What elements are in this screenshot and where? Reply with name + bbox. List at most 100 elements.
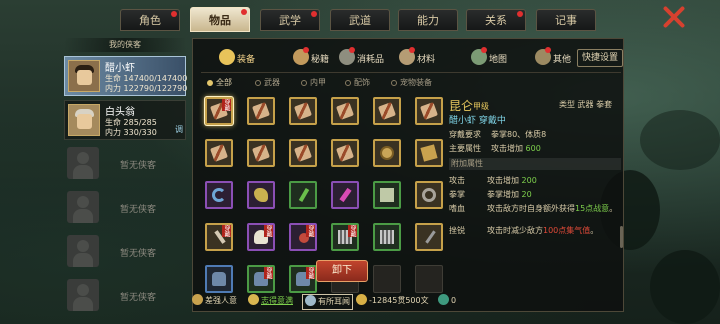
category-label: 消耗品 <box>357 55 385 65</box>
tab-label: 物品 <box>209 14 231 27</box>
filter-option[interactable]: 武器 <box>255 77 280 88</box>
hp-label: 生命 <box>105 74 121 83</box>
item-slot[interactable] <box>247 139 275 167</box>
radio-icon <box>207 80 213 86</box>
notification-dot <box>545 47 551 53</box>
item-slot[interactable]: 穿戴 <box>205 223 233 251</box>
attribute-value: 攻击增加 200 <box>487 175 619 186</box>
empty-character-slot[interactable]: 暂无侠客 <box>64 232 186 272</box>
radio-icon <box>301 80 307 86</box>
item-slot[interactable] <box>289 139 317 167</box>
item-slot[interactable]: 穿戴 <box>289 265 317 293</box>
item-slot[interactable] <box>247 97 275 125</box>
quick-settings-button[interactable]: 快捷设置 <box>577 49 623 67</box>
background-tree <box>640 110 720 170</box>
avatar-face <box>77 114 92 129</box>
item-slot[interactable] <box>415 97 443 125</box>
status-item[interactable]: -12845贯500文 <box>356 294 429 308</box>
claw-icon <box>380 230 394 244</box>
attribute-name: 拳掌 <box>449 190 465 199</box>
tab-3[interactable]: 武道 <box>330 9 390 31</box>
scroll-icon <box>378 102 396 120</box>
filter-option[interactable]: 全部 <box>207 77 232 88</box>
item-slot[interactable] <box>331 139 359 167</box>
filter-option[interactable]: 配饰 <box>345 77 370 88</box>
empty-character-slot[interactable]: 暂无侠客 <box>64 276 186 316</box>
character-name: 醋小虾 <box>105 63 135 74</box>
status-bar: 差强人意 志得意满 有所耳闻 -12845贯500文 0 <box>192 292 632 310</box>
item-slot[interactable] <box>373 97 401 125</box>
item-slot[interactable]: 穿戴 <box>247 223 275 251</box>
empty-item-slot[interactable] <box>415 265 443 293</box>
mp-value: 122790/122790 <box>123 84 188 93</box>
item-name: 昆仑 <box>449 99 474 113</box>
paper-icon <box>420 144 438 162</box>
item-slot[interactable] <box>415 139 443 167</box>
main-attribute-value: 攻击增加 600 <box>491 143 541 154</box>
tab-label: 武道 <box>349 14 371 27</box>
item-slot[interactable] <box>415 223 443 251</box>
attribute-highlight: 200 <box>521 176 537 185</box>
status-item[interactable]: 有所耳闻 <box>302 294 353 310</box>
empty-character-slot[interactable]: 暂无侠客 <box>64 188 186 228</box>
tab-0[interactable]: 角色 <box>120 9 180 31</box>
close-icon[interactable] <box>662 5 686 29</box>
empty-character-slot[interactable]: 暂无侠客 <box>64 144 186 184</box>
detail-scrollbar[interactable] <box>620 226 623 248</box>
item-slot[interactable] <box>205 139 233 167</box>
mp-label: 内力 <box>105 128 121 137</box>
item-slot[interactable] <box>415 181 443 209</box>
item-slot[interactable] <box>331 97 359 125</box>
notification-dot <box>303 47 309 53</box>
tab-2[interactable]: 武学 <box>260 9 320 31</box>
attribute-suffix: 。 <box>609 204 618 213</box>
divider <box>201 72 621 73</box>
filter-label: 全部 <box>216 78 232 87</box>
character-slot[interactable]: 醋小虾 生命 147400/147400 内力 122790/122790 <box>64 56 188 96</box>
tab-5[interactable]: 关系 <box>466 9 526 31</box>
attribute-name: 嗜血 <box>449 204 465 213</box>
notification-dot <box>409 47 415 53</box>
avatar-face <box>77 70 92 85</box>
top-tab-bar: 角色 物品 武学 武道 能力 关系 记事 <box>0 0 720 34</box>
tab-label: 能力 <box>417 14 439 27</box>
item-slot[interactable] <box>205 181 233 209</box>
unequip-button[interactable]: 卸下 <box>316 260 368 282</box>
item-slot[interactable] <box>205 265 233 293</box>
tab-6[interactable]: 记事 <box>536 9 596 31</box>
status-icon <box>192 294 203 305</box>
equipped-badge: 穿戴 <box>306 267 315 279</box>
status-label: 志得意满 <box>261 296 293 305</box>
attribute-name: 攻击 <box>449 176 465 185</box>
item-slot[interactable] <box>373 139 401 167</box>
tab-1[interactable]: 物品 <box>190 7 250 32</box>
item-slot[interactable]: 穿戴 <box>331 223 359 251</box>
attribute-text: 攻击增加 <box>487 176 522 185</box>
character-slot[interactable]: 白头翁 生命 285/285 内力 330/330 调 <box>64 100 186 140</box>
item-slot[interactable]: 穿戴 <box>205 97 233 125</box>
tab-label: 关系 <box>485 14 507 27</box>
item-slot[interactable] <box>373 223 401 251</box>
item-slot[interactable]: 穿戴 <box>289 223 317 251</box>
item-slot[interactable] <box>373 181 401 209</box>
main-attribute-row: 主要属性 攻击增加 600 <box>449 143 541 154</box>
status-item[interactable]: 差强人意 <box>192 294 237 308</box>
staff-icon <box>425 230 436 244</box>
status-item[interactable]: 0 <box>438 294 456 308</box>
filter-option[interactable]: 内甲 <box>301 77 326 88</box>
attribute-name: 挫锐 <box>449 226 465 235</box>
item-slot[interactable] <box>289 181 317 209</box>
requirement-row: 穿戴要求 拳掌80、体质8 <box>449 129 546 140</box>
tab-4[interactable]: 能力 <box>398 9 458 31</box>
filter-option[interactable]: 宠物装备 <box>391 77 432 88</box>
item-slot[interactable] <box>289 97 317 125</box>
scroll-icon <box>336 102 354 120</box>
item-slot[interactable] <box>331 181 359 209</box>
main-attribute-label: 主要属性 <box>449 144 481 153</box>
empty-item-slot[interactable] <box>373 265 401 293</box>
item-slot[interactable] <box>247 181 275 209</box>
filter-label: 内甲 <box>310 78 326 87</box>
item-slot[interactable]: 穿戴 <box>247 265 275 293</box>
status-item[interactable]: 志得意满 <box>248 294 293 308</box>
status-label: 0 <box>451 296 457 305</box>
